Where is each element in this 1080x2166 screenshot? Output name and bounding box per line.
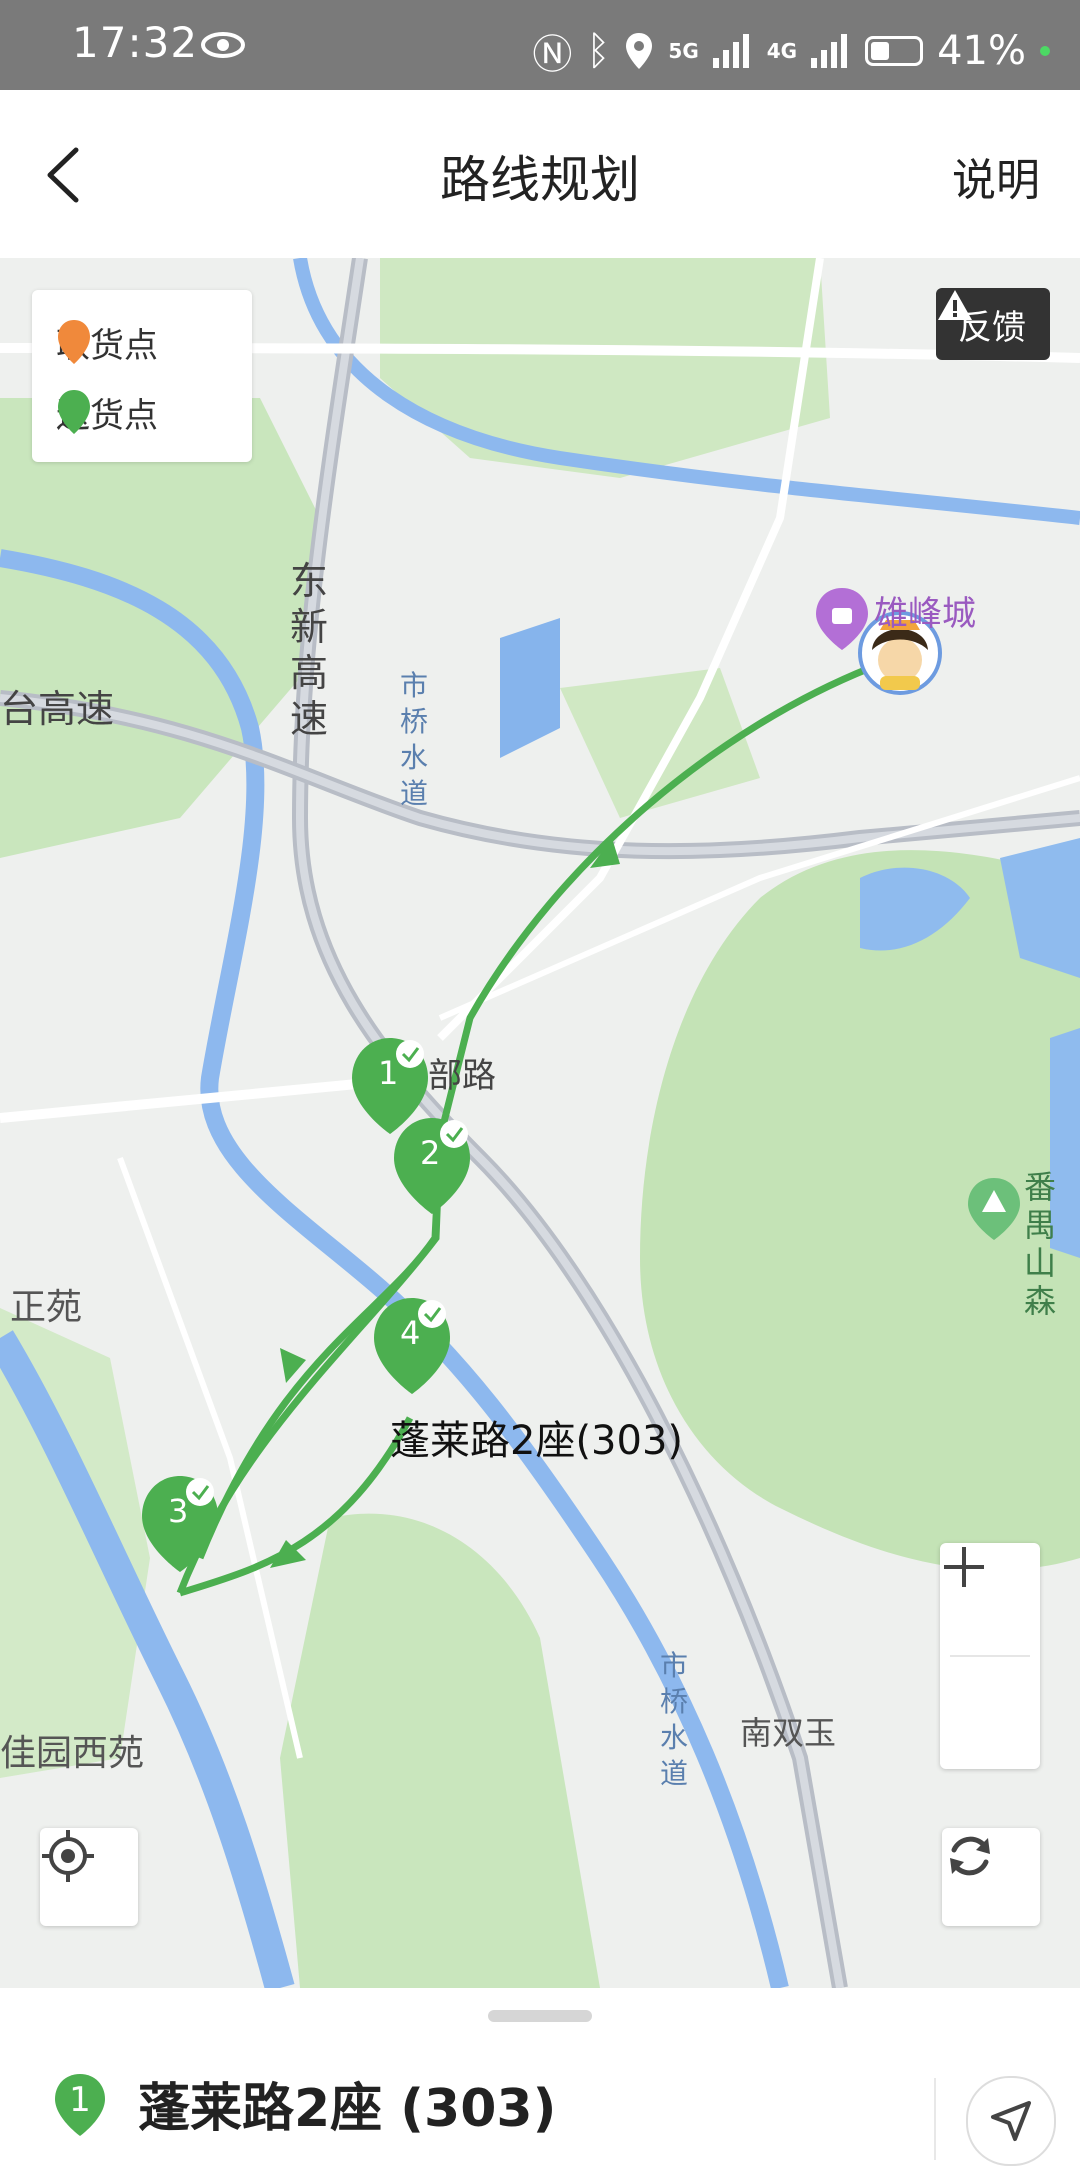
stop-number-3: 3 <box>168 1492 189 1530</box>
delivery-pin-icon <box>58 390 90 434</box>
road-label: 东新高速 <box>290 559 329 741</box>
status-bar: 17:32 Ⓝ ᛒ 5G 4G 41% <box>0 0 1080 90</box>
selected-stop-label: 蓬莱路2座(303) <box>390 1418 684 1464</box>
locate-button[interactable] <box>40 1828 138 1926</box>
map-legend: 取货点 送货点 <box>32 290 252 462</box>
river-label: 市桥水道 <box>660 1649 689 1790</box>
river-label: 市桥水道 <box>400 669 429 810</box>
help-link[interactable]: 说明 <box>952 144 1040 208</box>
zoom-out-button[interactable] <box>940 1565 1040 1769</box>
stop-badge-number: 1 <box>69 2080 91 2120</box>
route-map[interactable]: 1 2 4 3 东新高速 台高速 市桥水道 部路 正苑 佳园西苑 南双玉 市桥水… <box>0 258 1080 1988</box>
bottom-sheet[interactable]: 1 蓬莱路2座 (303) <box>0 1988 1080 2166</box>
signal-4g-icon <box>811 34 848 68</box>
eye-icon <box>201 32 245 58</box>
stop-badge: 1 <box>52 2072 108 2142</box>
sheet-drag-handle[interactable] <box>488 2010 592 2022</box>
status-time: 17:32 <box>72 18 199 67</box>
stop-number-1: 1 <box>378 1054 399 1092</box>
refresh-icon <box>950 1836 990 1876</box>
road-label: 台高速 <box>0 687 115 731</box>
nfc-icon: Ⓝ <box>532 32 573 78</box>
navigate-button[interactable] <box>966 2076 1056 2166</box>
zoom-controls <box>940 1543 1040 1769</box>
area-label: 佳园西苑 <box>0 1733 145 1774</box>
park-label: 番禺山森 <box>1024 1168 1057 1320</box>
network-4g-label: 4G <box>766 39 798 63</box>
poi-label: 雄峰城 <box>874 594 976 634</box>
crosshair-icon <box>42 1830 94 1882</box>
divider <box>934 2078 936 2160</box>
legend-item-pickup: 取货点 <box>56 318 158 367</box>
location-icon <box>626 33 653 69</box>
feedback-button[interactable]: 反馈 <box>936 288 1050 360</box>
area-label: 正苑 <box>10 1287 83 1328</box>
stop-number-2: 2 <box>420 1134 441 1172</box>
warning-icon <box>938 290 972 320</box>
navigation-arrow-icon <box>991 2101 1031 2141</box>
destination-name: 蓬莱路2座 (303) <box>138 2079 557 2139</box>
area-label: 南双玉 <box>740 1714 837 1752</box>
map-canvas[interactable] <box>0 258 1080 1988</box>
battery-icon <box>865 36 924 66</box>
charging-dot <box>1040 46 1050 56</box>
road-label: 部路 <box>428 1056 496 1096</box>
minus-icon <box>944 1565 984 1569</box>
stop-number-4: 4 <box>400 1314 421 1352</box>
refresh-button[interactable] <box>942 1828 1040 1926</box>
network-5g-label: 5G <box>668 39 699 63</box>
battery-percent: 41% <box>937 28 1026 74</box>
header: 路线规划 说明 <box>0 90 1080 258</box>
legend-item-delivery: 送货点 <box>56 388 158 437</box>
page-title: 路线规划 <box>440 151 640 209</box>
signal-5g-icon <box>712 34 749 68</box>
pickup-pin-icon <box>58 320 90 364</box>
bluetooth-icon: ᛒ <box>586 28 611 74</box>
